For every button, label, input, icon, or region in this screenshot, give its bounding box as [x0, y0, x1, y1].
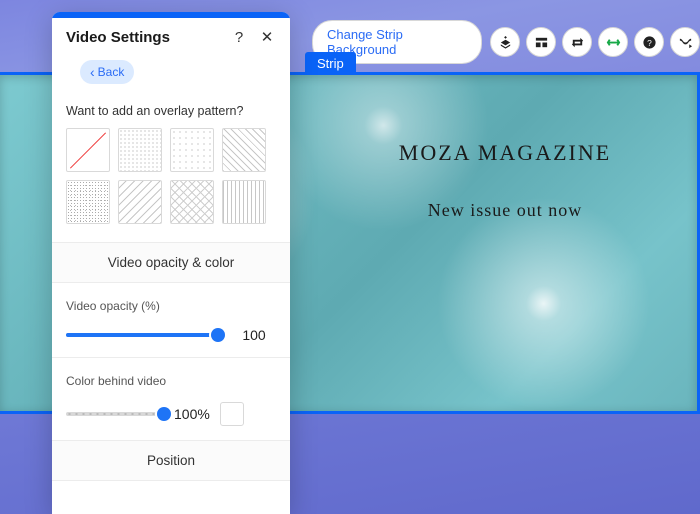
animation-icon[interactable]	[670, 27, 700, 57]
top-toolbar: Change Strip Background ?	[312, 20, 700, 64]
panel-body: Want to add an overlay pattern? Video op…	[52, 98, 290, 514]
video-opacity-label: Video opacity (%)	[66, 299, 276, 313]
strip-content: MOZA MAGAZINE New issue out now	[355, 140, 655, 221]
layers-icon[interactable]	[490, 27, 520, 57]
pattern-diagonal-1[interactable]	[222, 128, 266, 172]
pattern-vertical[interactable]	[222, 180, 266, 224]
panel-help-icon[interactable]: ?	[230, 29, 248, 46]
close-icon[interactable]: ✕	[258, 28, 276, 46]
layout-icon[interactable]	[526, 27, 556, 57]
strip-title: MOZA MAGAZINE	[355, 140, 655, 166]
video-opacity-field: Video opacity (%) 100	[66, 283, 276, 347]
pattern-noise[interactable]	[66, 180, 110, 224]
stretch-icon[interactable]	[598, 27, 628, 57]
video-opacity-value[interactable]: 100	[232, 327, 276, 343]
pattern-crosshatch[interactable]	[170, 180, 214, 224]
color-behind-slider[interactable]	[66, 412, 164, 416]
help-icon[interactable]: ?	[634, 27, 664, 57]
pattern-dots-medium[interactable]	[170, 128, 214, 172]
strip-tag[interactable]: Strip	[305, 52, 356, 75]
pattern-swatch-grid	[66, 128, 276, 224]
video-opacity-slider[interactable]	[66, 333, 218, 337]
color-behind-field: Color behind video 100%	[66, 358, 276, 430]
back-button[interactable]: Back	[80, 60, 134, 84]
section-position[interactable]: Position	[52, 441, 290, 481]
pattern-diagonal-2[interactable]	[118, 180, 162, 224]
pattern-none[interactable]	[66, 128, 110, 172]
overlay-question-label: Want to add an overlay pattern?	[66, 104, 276, 118]
toolbar-icon-row: ?	[490, 27, 700, 57]
pattern-dots-small[interactable]	[118, 128, 162, 172]
panel-title: Video Settings	[66, 29, 220, 46]
strip-subtitle: New issue out now	[355, 200, 655, 221]
loop-icon[interactable]	[562, 27, 592, 57]
panel-header: Video Settings ? ✕	[52, 18, 290, 60]
section-opacity-color[interactable]: Video opacity & color	[52, 242, 290, 283]
svg-text:?: ?	[647, 37, 652, 47]
color-behind-label: Color behind video	[66, 374, 276, 388]
video-settings-panel: Video Settings ? ✕ Back Want to add an o…	[52, 12, 290, 514]
color-preview-swatch[interactable]	[220, 402, 244, 426]
color-behind-value: 100%	[174, 406, 210, 422]
